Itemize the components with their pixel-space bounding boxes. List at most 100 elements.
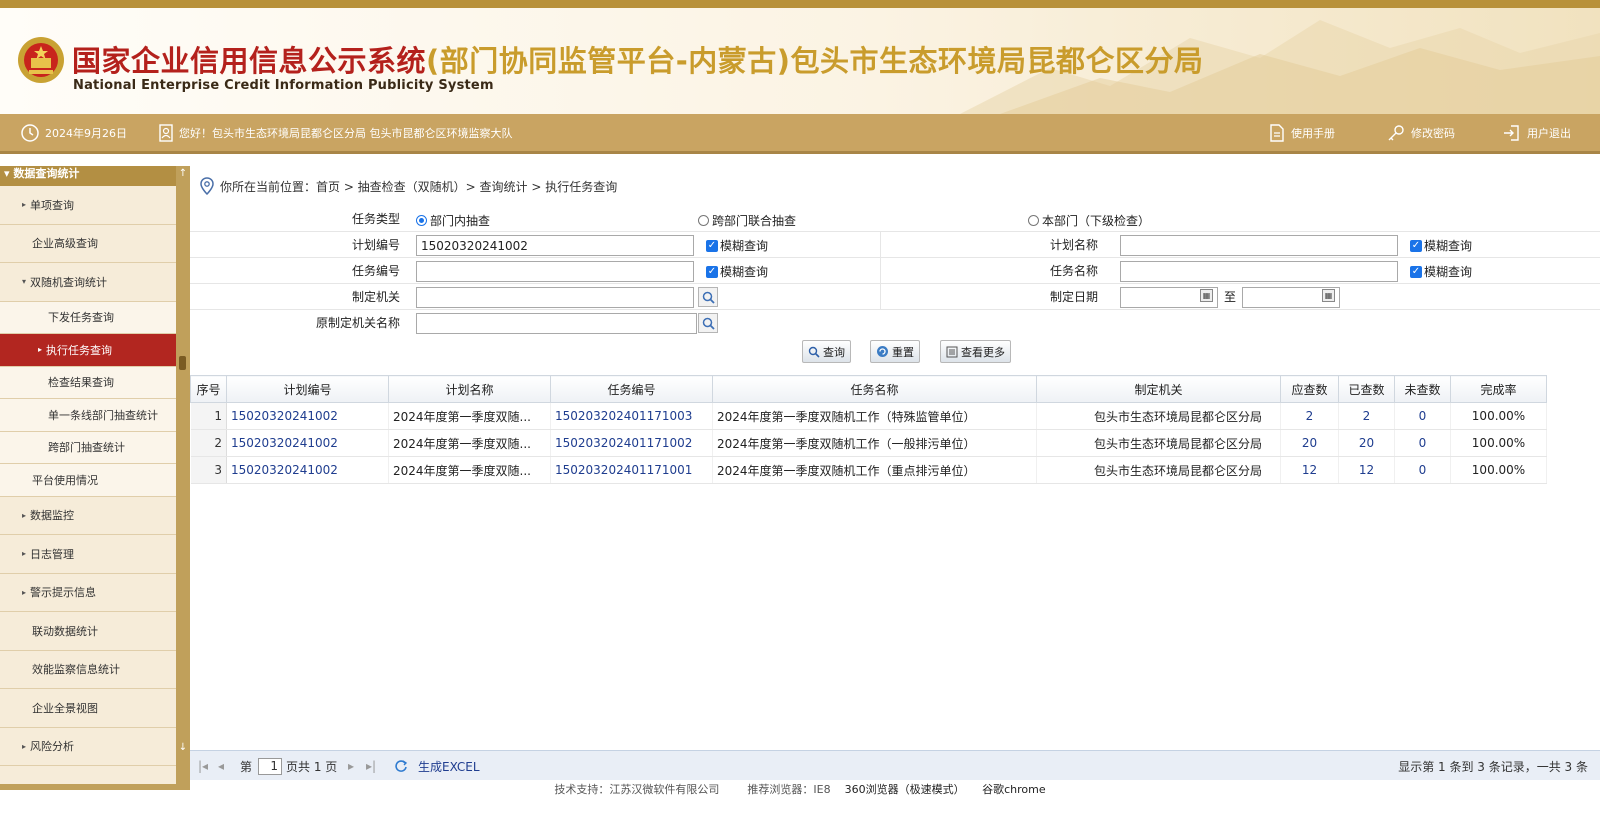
plan-no-link[interactable]: 15020320241002 <box>226 402 389 430</box>
col-header-task-no[interactable]: 任务编号 <box>550 375 713 403</box>
due-count-link[interactable]: 2 <box>1280 402 1339 430</box>
radio-label: 本部门（下级检查） <box>1042 214 1151 228</box>
change-password-link[interactable]: 修改密码 <box>1386 114 1455 151</box>
next-page-icon[interactable]: ▸ <box>348 757 354 775</box>
col-header-checked-count[interactable]: 已查数 <box>1338 375 1395 403</box>
task-no-fuzzy-checkbox[interactable]: ✓ 模糊查询 <box>706 263 768 280</box>
col-header-completion-rate[interactable]: 完成率 <box>1450 375 1547 403</box>
sidebar-item-platform-usage[interactable]: 平台使用情况 <box>0 464 176 497</box>
sidebar-item-log-management[interactable]: ▸ 日志管理 <box>0 535 176 574</box>
col-header-plan-no[interactable]: 计划编号 <box>226 375 389 403</box>
sidebar-item-label: 下发任务查询 <box>48 311 114 325</box>
table-row[interactable]: 3 15020320241002 2024年度第一季度双随... 1502032… <box>190 456 1547 484</box>
sidebar-item-enterprise-panorama[interactable]: 企业全景视图 <box>0 689 176 728</box>
expand-arrow-icon: ▸ <box>22 587 27 597</box>
org-input[interactable] <box>416 287 694 308</box>
greeting-text: 您好！包头市生态环境局昆都仑区分局 包头市昆都仑区环境监察大队 <box>179 126 513 140</box>
plan-no-input[interactable] <box>416 235 694 256</box>
sidebar-collapse-handle[interactable] <box>179 356 186 370</box>
table-row[interactable]: 2 15020320241002 2024年度第一季度双随... 1502032… <box>190 429 1547 457</box>
plan-no-link[interactable]: 15020320241002 <box>226 456 389 484</box>
col-header-plan-name[interactable]: 计划名称 <box>388 375 551 403</box>
refresh-page-button[interactable] <box>394 757 408 775</box>
system-title-sub: (部门协同监管平台-内蒙古)包头市生态环境局昆都仑区分局 <box>426 44 1204 78</box>
query-button[interactable]: 查询 <box>802 340 851 363</box>
sidebar-item-inspection-result-query[interactable]: 检查结果查询 <box>0 366 176 399</box>
last-page-icon[interactable]: ▸| <box>366 757 376 775</box>
plan-no-link[interactable]: 15020320241002 <box>226 429 389 457</box>
table-row[interactable]: 1 15020320241002 2024年度第一季度双随... 1502032… <box>190 402 1547 430</box>
orig-org-label: 原制定机关名称 <box>315 316 400 330</box>
org-lookup-button[interactable] <box>698 287 718 307</box>
sidebar-item-data-monitor[interactable]: ▸ 数据监控 <box>0 496 176 535</box>
col-header-due-count[interactable]: 应查数 <box>1280 375 1339 403</box>
sidebar-section-title[interactable]: ▾ 数据查询统计 <box>0 166 190 186</box>
magnifier-icon <box>702 317 715 330</box>
manual-link[interactable]: 使用手册 <box>1268 114 1335 151</box>
unchecked-count-link[interactable]: 0 <box>1394 402 1451 430</box>
plan-name-input[interactable] <box>1120 235 1398 256</box>
task-name-input[interactable] <box>1120 261 1398 282</box>
plan-no-label: 计划编号 <box>351 238 400 252</box>
page-number-input[interactable]: 1 <box>258 757 282 775</box>
due-count-link[interactable]: 12 <box>1280 456 1339 484</box>
task-name-cell: 2024年度第一季度双随机工作（重点排污单位） <box>712 456 1037 484</box>
task-no-link[interactable]: 150203202401171001 <box>550 456 713 484</box>
sidebar-item-warning-info[interactable]: ▸ 警示提示信息 <box>0 573 176 612</box>
orig-org-lookup-button[interactable] <box>698 313 718 333</box>
sidebar-item-issued-task-query[interactable]: 下发任务查询 <box>0 301 176 334</box>
browser-360-text: 360浏览器（极速模式） <box>844 783 965 796</box>
plan-name-fuzzy-checkbox[interactable]: ✓ 模糊查询 <box>1410 237 1472 254</box>
col-header-task-name[interactable]: 任务名称 <box>712 375 1037 403</box>
sidebar-item-executed-task-query[interactable]: ▸ 执行任务查询 <box>0 334 176 367</box>
export-excel-button[interactable]: 生成EXCEL <box>418 757 480 775</box>
sidebar-item-single-dept-check-stats[interactable]: 单一条线部门抽查统计 <box>0 399 176 432</box>
calendar-icon[interactable]: ▦ <box>1200 289 1213 302</box>
sidebar-item-linkage-stats[interactable]: 联动数据统计 <box>0 612 176 651</box>
checked-count-link[interactable]: 20 <box>1338 429 1395 457</box>
scroll-down-arrow-icon[interactable]: ↓ <box>177 742 189 753</box>
unchecked-count-link[interactable]: 0 <box>1394 456 1451 484</box>
form-row-task-type: 任务类型 部门内抽查 跨部门联合抽查 本部门（下级检查） <box>190 206 1600 232</box>
form-buttons: 查询 重置 查看更多 <box>190 340 1600 364</box>
radio-unchecked-icon <box>698 215 709 226</box>
sidebar-item-risk-analysis[interactable]: ▸ 风险分析 <box>0 727 176 766</box>
radio-internal-check[interactable]: 部门内抽查 <box>416 212 490 229</box>
sidebar-scrollbar[interactable]: ↑ ↓ <box>176 166 190 790</box>
checked-count-link[interactable]: 12 <box>1338 456 1395 484</box>
reset-button[interactable]: 重置 <box>870 340 920 363</box>
first-page-icon[interactable]: |◂ <box>198 757 208 775</box>
task-name-fuzzy-checkbox[interactable]: ✓ 模糊查询 <box>1410 263 1472 280</box>
scroll-up-arrow-icon[interactable]: ↑ <box>177 168 189 179</box>
expand-arrow-icon: ▸ <box>22 549 27 559</box>
prev-page-icon[interactable]: ◂ <box>218 757 224 775</box>
plan-name-cell: 2024年度第一季度双随... <box>388 429 551 457</box>
radio-own-dept-check[interactable]: 本部门（下级检查） <box>1028 212 1150 229</box>
sidebar-item-single-query[interactable]: ▸ 单项查询 <box>0 186 176 225</box>
sidebar: ▾ 数据查询统计 ▸ 单项查询 企业高级查询 ▾ 双随机查询统计 下发任务查询 ▸ 执… <box>0 166 190 790</box>
sidebar-item-enterprise-advanced-query[interactable]: 企业高级查询 <box>0 224 176 263</box>
logout-link[interactable]: 用户退出 <box>1502 114 1571 151</box>
unchecked-count-link[interactable]: 0 <box>1394 429 1451 457</box>
calendar-icon[interactable]: ▦ <box>1322 289 1335 302</box>
sidebar-item-double-random-stats[interactable]: ▾ 双随机查询统计 <box>0 263 176 302</box>
top-accent-line <box>0 0 1600 8</box>
radio-cross-dept-check[interactable]: 跨部门联合抽查 <box>698 212 796 229</box>
due-count-link[interactable]: 20 <box>1280 429 1339 457</box>
plan-no-fuzzy-checkbox[interactable]: ✓ 模糊查询 <box>706 237 768 254</box>
view-more-button[interactable]: 查看更多 <box>940 340 1011 363</box>
collapse-arrow-icon: ▾ <box>22 277 27 287</box>
task-no-link[interactable]: 150203202401171003 <box>550 402 713 430</box>
sidebar-item-cross-dept-check-stats[interactable]: 跨部门抽查统计 <box>0 431 176 464</box>
col-header-unchecked-count[interactable]: 未查数 <box>1394 375 1451 403</box>
sidebar-item-label: 跨部门抽查统计 <box>48 441 125 455</box>
col-header-index[interactable]: 序号 <box>190 375 227 403</box>
page-number-field[interactable]: 1 <box>258 757 282 775</box>
task-no-input[interactable] <box>416 261 694 282</box>
checked-count-link[interactable]: 2 <box>1338 402 1395 430</box>
clock-icon <box>21 123 39 142</box>
task-no-link[interactable]: 150203202401171002 <box>550 429 713 457</box>
col-header-org[interactable]: 制定机关 <box>1036 375 1281 403</box>
sidebar-item-efficiency-stats[interactable]: 效能监察信息统计 <box>0 650 176 689</box>
orig-org-input[interactable] <box>416 313 697 334</box>
